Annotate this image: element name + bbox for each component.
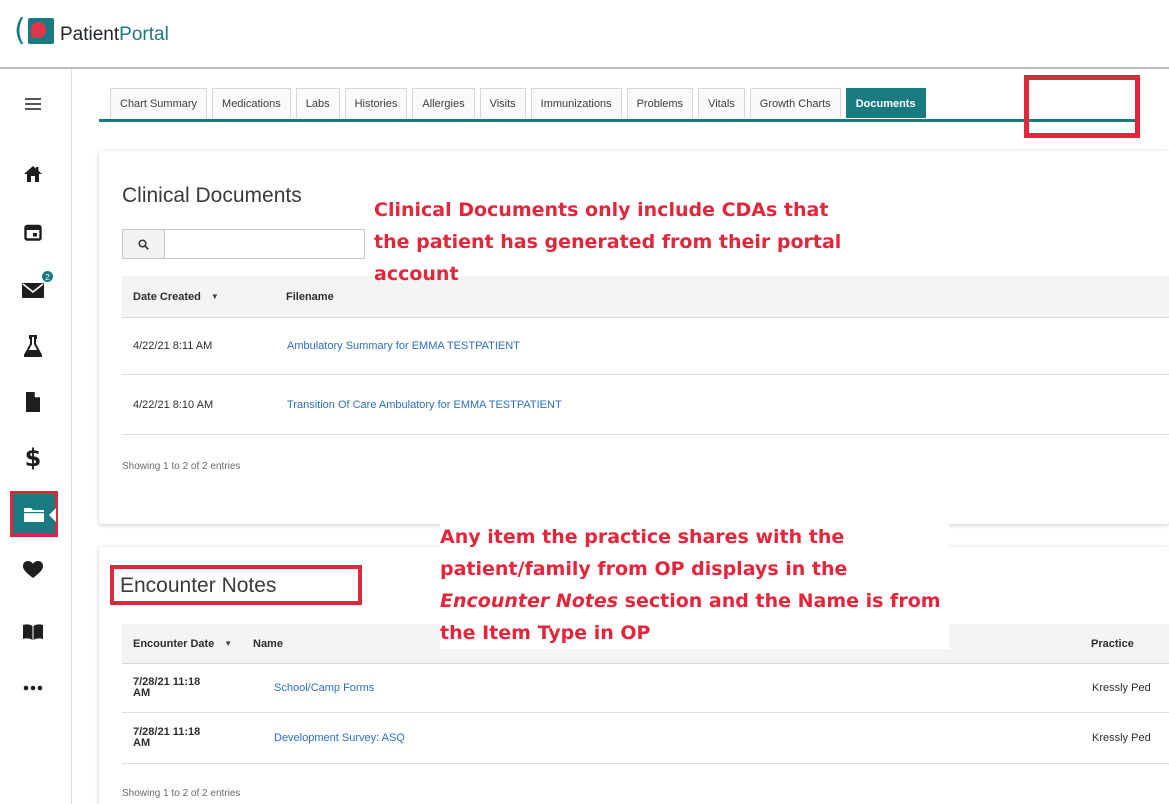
heart-icon[interactable] <box>18 555 48 585</box>
column-header-date-created[interactable]: Date Created ▼ <box>133 276 219 317</box>
column-header-practice[interactable]: Practice <box>1091 624 1134 663</box>
practice-cell: Kressly Ped <box>1092 732 1151 744</box>
column-header-filename[interactable]: Filename <box>286 276 334 317</box>
table-row: 4/22/21 8:10 AM Transition Of Care Ambul… <box>122 375 1169 435</box>
encounter-annotation-line2: patient/family from OP displays in the <box>440 558 848 580</box>
tab-labs[interactable]: Labs <box>295 88 340 118</box>
date-created-cell: 4/22/21 8:11 AM <box>133 340 213 352</box>
encounter-date-line2: AM <box>133 687 151 699</box>
document-icon[interactable] <box>18 387 48 417</box>
filename-link[interactable]: Transition Of Care Ambulatory for EMMA T… <box>287 375 562 434</box>
brand-part1: Patient <box>60 24 120 45</box>
more-icon[interactable] <box>18 673 48 703</box>
tab-problems[interactable]: Problems <box>626 88 694 118</box>
tab-allergies[interactable]: Allergies <box>412 88 475 118</box>
clinical-annotation: Clinical Documents only include CDAs tha… <box>374 194 841 290</box>
encounter-date-cell: 7/28/21 11:18 AM <box>133 664 203 712</box>
tab-immunizations[interactable]: Immunizations <box>530 88 622 118</box>
table-row: 7/28/21 11:18 AM Development Survey: ASQ … <box>122 713 1169 764</box>
search-icon[interactable] <box>123 230 165 258</box>
flask-icon[interactable] <box>18 331 48 361</box>
patient-portal-logo[interactable]: ( PatientPortal <box>14 14 169 50</box>
date-created-cell: 4/22/21 8:10 AM <box>133 398 214 411</box>
sort-caret-icon: ▼ <box>210 292 219 301</box>
encounter-date-cell: 7/28/21 11:18 AM <box>133 713 203 763</box>
tab-documents[interactable]: Documents <box>845 88 926 118</box>
tab-visits[interactable]: Visits <box>479 88 526 118</box>
clinical-search <box>122 229 365 259</box>
calendar-icon[interactable] <box>18 217 48 247</box>
tab-chart-summary[interactable]: Chart Summary <box>110 88 208 118</box>
record-tabs: Chart Summary Medications Labs Histories… <box>99 88 1139 122</box>
search-input[interactable] <box>166 230 363 258</box>
filename-link[interactable]: Ambulatory Summary for EMMA TESTPATIENT <box>287 318 520 374</box>
dollar-icon[interactable]: $ <box>18 443 48 473</box>
home-icon[interactable] <box>18 159 48 189</box>
column-header-name[interactable]: Name <box>253 624 283 663</box>
encounter-annotation: Any item the practice shares with the pa… <box>440 521 949 649</box>
tab-growth-charts[interactable]: Growth Charts <box>749 88 841 118</box>
encounter-annotation-emphasis: Encounter Notes <box>440 590 619 612</box>
menu-icon[interactable] <box>18 89 48 119</box>
encounter-name-link[interactable]: School/Camp Forms <box>274 664 374 712</box>
encounter-annotation-line4: the Item Type in OP <box>440 622 651 644</box>
patient-portal-logo-icon: ( <box>14 14 58 50</box>
practice-cell: Kressly Ped <box>1092 682 1151 694</box>
clinical-documents-title: Clinical Documents <box>122 184 302 207</box>
encounter-notes-highlight <box>110 565 362 605</box>
column-header-encounter-date[interactable]: Encounter Date ▼ <box>133 624 232 663</box>
unread-badge: 2 <box>41 270 54 283</box>
tab-vitals[interactable]: Vitals <box>698 88 745 118</box>
brand-part2: Portal <box>119 24 169 45</box>
encounter-name-link[interactable]: Development Survey: ASQ <box>274 713 405 763</box>
clinical-annotation-line1: Clinical Documents only include CDAs tha… <box>374 199 829 221</box>
book-icon[interactable] <box>18 617 48 647</box>
encounter-date-line2: AM <box>133 737 151 749</box>
clinical-entries-count: Showing 1 to 2 of 2 entries <box>122 461 241 472</box>
mail-icon[interactable]: 2 <box>18 270 54 305</box>
tab-histories[interactable]: Histories <box>344 88 408 118</box>
column-label-encounter-date: Encounter Date <box>133 637 215 650</box>
encounter-annotation-line3: Encounter Notes section and the Name is … <box>440 585 941 617</box>
table-row: 7/28/21 11:18 AM School/Camp Forms Kressl… <box>122 664 1169 713</box>
encounter-annotation-line1: Any item the practice shares with the <box>440 526 845 548</box>
folder-icon[interactable] <box>10 491 58 537</box>
sidebar-nav: 2 $ <box>0 69 72 804</box>
encounter-annotation-line3-rest: section and the Name is from <box>618 590 941 612</box>
clinical-annotation-line3: account <box>374 263 459 285</box>
table-row: 4/22/21 8:11 AM Ambulatory Summary for E… <box>122 318 1169 375</box>
brand-name: PatientPortal <box>60 24 169 46</box>
documents-tab-highlight <box>1024 75 1140 138</box>
sort-caret-icon: ▼ <box>224 639 233 648</box>
encounter-entries-count: Showing 1 to 2 of 2 entries <box>122 788 241 799</box>
column-label-date-created: Date Created <box>133 290 201 303</box>
header-divider <box>0 67 1169 69</box>
clinical-annotation-line2: the patient has generated from their por… <box>374 231 842 253</box>
tab-medications[interactable]: Medications <box>212 88 291 118</box>
